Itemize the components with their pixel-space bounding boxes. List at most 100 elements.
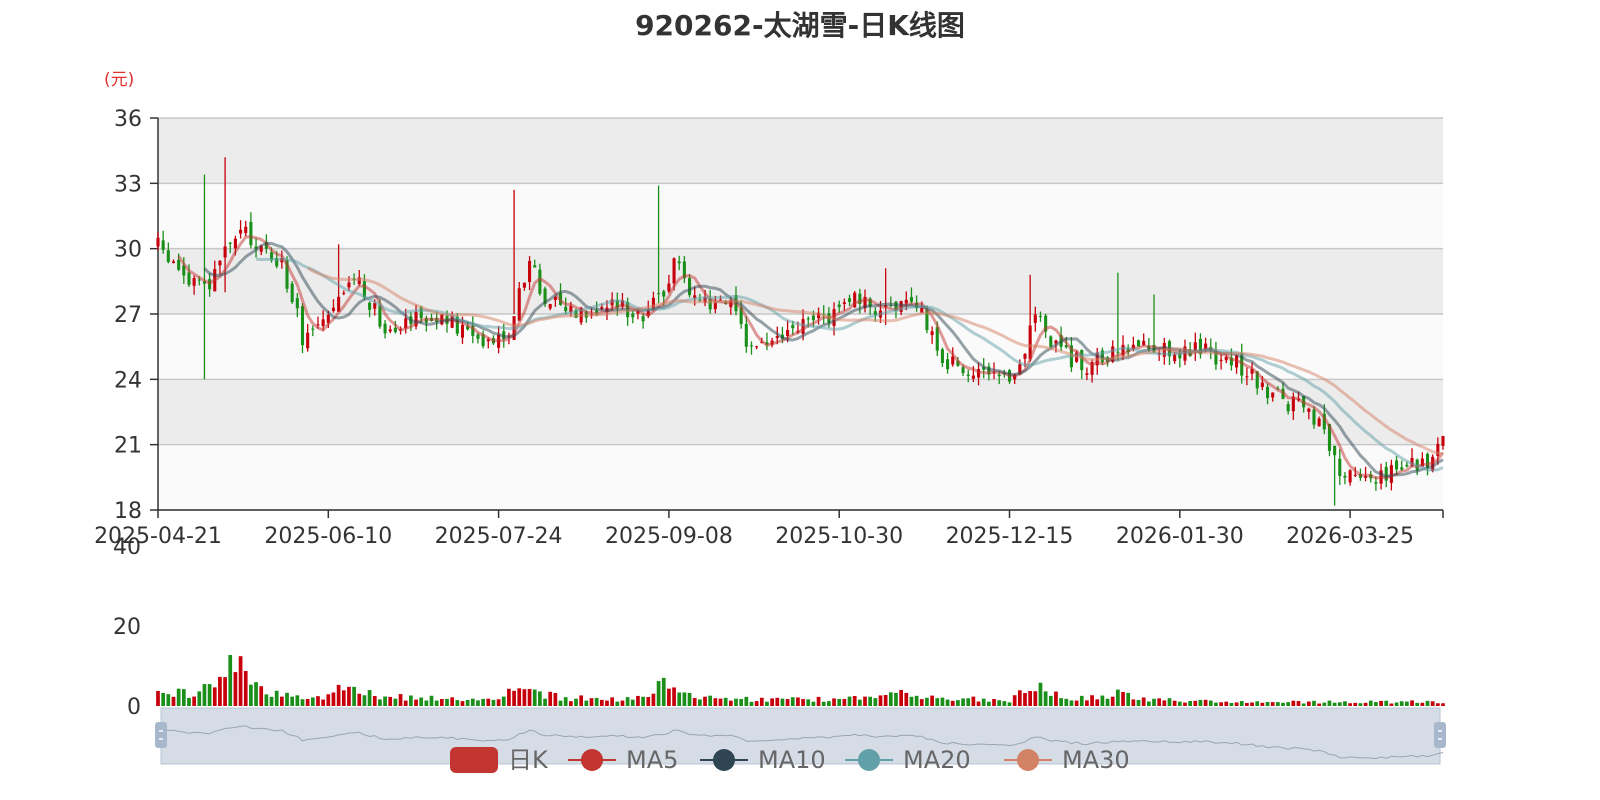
volume-bar (414, 699, 418, 706)
volume-bar (558, 700, 563, 706)
volume-bar (352, 686, 356, 706)
price-y-tick-label: 36 (114, 107, 142, 132)
volume-bar (992, 698, 996, 706)
volume-bar (347, 686, 351, 706)
volume-bar (868, 696, 873, 706)
volume-bar (1193, 700, 1198, 706)
candle-body (383, 323, 387, 334)
candle-body (687, 277, 692, 296)
volume-bar (1343, 701, 1347, 706)
candle-body (641, 316, 645, 322)
legend-marker-icon (1017, 749, 1039, 771)
candle-body (1033, 314, 1037, 323)
volume-bar (594, 697, 599, 706)
volume-bar (305, 698, 310, 706)
datazoom-left-handle[interactable] (155, 722, 167, 748)
volume-bar (1317, 703, 1322, 706)
candle-body (187, 272, 191, 285)
volume-bar (1017, 690, 1022, 706)
price-y-tick-label: 30 (114, 238, 142, 263)
volume-bar (1188, 701, 1192, 706)
candle-body (517, 288, 521, 321)
candle-body (749, 345, 754, 347)
volume-bar (310, 697, 315, 706)
price-grid-band (158, 118, 1443, 184)
volume-bar (1435, 703, 1440, 706)
volume-bar (894, 692, 898, 706)
volume-bar (661, 677, 666, 706)
volume-bar (821, 701, 826, 706)
candle-body (1338, 458, 1342, 476)
datazoom-handle-grip[interactable] (1434, 722, 1446, 748)
volume-bar (878, 695, 883, 706)
candle-body (177, 259, 181, 270)
volume-bar (326, 694, 331, 706)
volume-bar (723, 697, 728, 706)
volume-bar (827, 701, 831, 706)
candle-body (1245, 376, 1249, 378)
volume-bar (269, 696, 274, 706)
volume-bar (223, 677, 227, 706)
candle-body (1348, 470, 1352, 483)
candle-body (672, 258, 676, 284)
candle-body (1374, 482, 1378, 484)
x-tick-label: 2025-10-30 (775, 524, 903, 549)
volume-bar (816, 696, 821, 706)
volume-bar (512, 690, 516, 706)
candle-body (1265, 386, 1270, 399)
candle-body (331, 307, 336, 311)
legend-label: MA5 (626, 746, 678, 774)
volume-bar (1136, 700, 1141, 706)
volume-bar (579, 695, 584, 706)
volume-bar (1224, 701, 1229, 706)
volume-bar (1172, 700, 1177, 706)
candle-body (239, 229, 243, 234)
volume-bar (553, 693, 558, 706)
volume-bar (259, 686, 264, 706)
volume-bar (238, 656, 243, 706)
volume-bar (790, 697, 795, 706)
legend-label: MA20 (903, 746, 971, 774)
volume-bar (243, 670, 248, 706)
price-y-tick-label: 33 (114, 172, 142, 197)
volume-bar (1270, 702, 1275, 706)
volume-bar (1033, 691, 1038, 706)
candle-body (677, 261, 681, 264)
volume-bar (1131, 699, 1136, 706)
volume-bar (1219, 702, 1223, 706)
volume-bar (388, 696, 393, 706)
volume-bar (1023, 693, 1027, 706)
volume-bar (197, 691, 202, 706)
volume-bar (563, 697, 568, 706)
volume-bar (161, 693, 166, 706)
candle-body (533, 265, 537, 268)
volume-bar (1234, 702, 1239, 706)
volume-bar (672, 687, 676, 706)
volume-bar (357, 693, 362, 706)
datazoom-handle-grip[interactable] (155, 722, 167, 748)
volume-bar (1420, 702, 1425, 706)
volume-bar (811, 701, 816, 706)
candle-body (657, 293, 661, 295)
candle-body (233, 238, 237, 249)
volume-bar (1296, 701, 1301, 706)
volume-bar (460, 701, 465, 706)
candle-body (460, 324, 465, 338)
price-y-tick-label: 27 (114, 303, 142, 328)
price-grid-band (158, 248, 1443, 314)
volume-bar (780, 698, 785, 706)
candle-body (476, 334, 480, 339)
volume-bar (630, 699, 635, 706)
volume-bar (187, 697, 191, 706)
volume-bar (1322, 702, 1327, 706)
volume-bar (1214, 702, 1218, 706)
volume-bar (605, 700, 609, 706)
candle-body (837, 304, 841, 308)
volume-bar (295, 695, 300, 706)
volume-bar (1100, 695, 1105, 706)
volume-bar (181, 689, 186, 706)
datazoom-right-handle[interactable] (1434, 722, 1446, 748)
candle-body (244, 226, 248, 234)
volume-bar (1095, 699, 1100, 706)
candle-body (1400, 467, 1404, 470)
